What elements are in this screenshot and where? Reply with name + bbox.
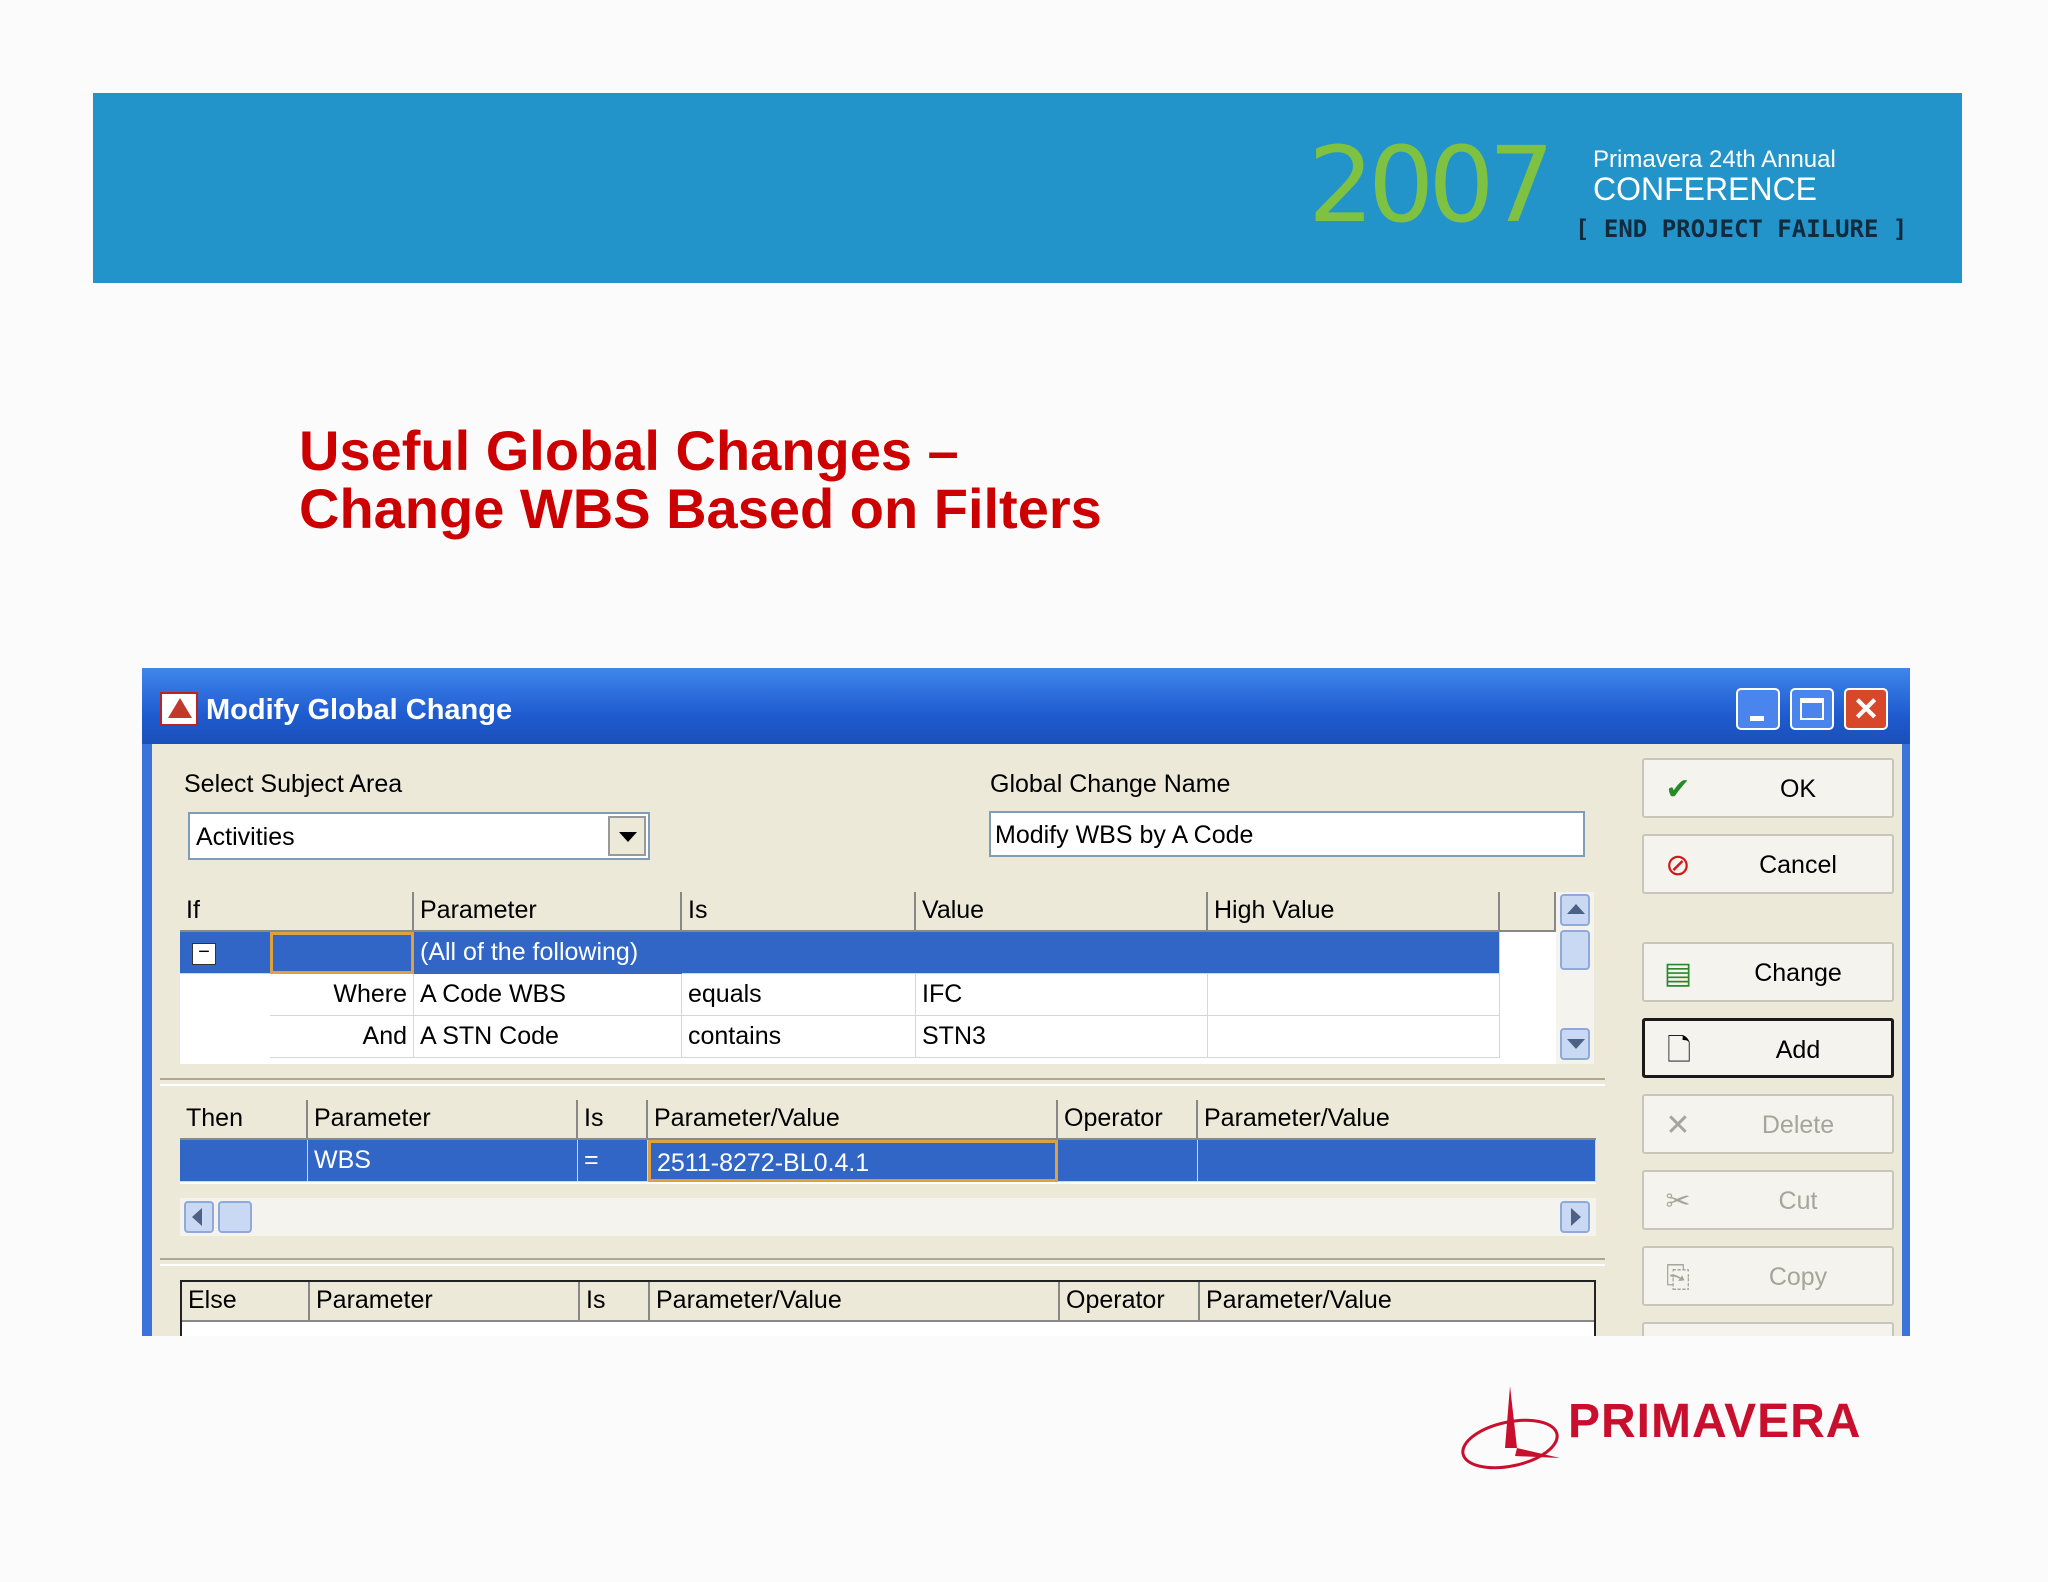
banner-line-2: CONFERENCE (1593, 171, 1818, 207)
add-label: Add (1775, 1036, 1821, 1064)
dialog-title: Modify Global Change (206, 694, 513, 726)
subject-area-label: Select Subject Area (184, 770, 403, 798)
splitter-2[interactable] (160, 1258, 1605, 1266)
cut-label: Cut (1778, 1187, 1818, 1215)
else-header-value-2[interactable]: Parameter/Value (1200, 1282, 1594, 1322)
primavera-app-icon (160, 692, 198, 726)
delete-label: Delete (1761, 1111, 1835, 1139)
if-row-1-parameter[interactable]: A Code WBS (414, 974, 682, 1016)
then-row-0-is[interactable]: = (578, 1140, 648, 1182)
then-row-0-operator[interactable] (1058, 1140, 1198, 1182)
delete-button[interactable]: ✕ Delete (1642, 1094, 1894, 1154)
then-row-0-value[interactable]: 2511-8272-BL0.4.1 (648, 1140, 1058, 1182)
conference-banner: 2007 Primavera 24th Annual CONFERENCE [ … (93, 93, 1962, 283)
chevron-down-icon[interactable] (608, 816, 646, 856)
else-header-parameter[interactable]: Parameter (310, 1282, 580, 1322)
copy-icon: ⎘ (1666, 1261, 1690, 1294)
change-label: Change (1754, 959, 1842, 987)
maximize-button[interactable] (1790, 688, 1834, 730)
change-icon: ▤ (1663, 957, 1693, 990)
cancel-icon: ⊘ (1665, 849, 1691, 882)
cancel-button[interactable]: ⊘ Cancel (1642, 834, 1894, 894)
slide-title-line-1: Useful Global Changes – (299, 419, 959, 482)
minimize-button[interactable] (1736, 688, 1780, 730)
ok-label: OK (1779, 775, 1817, 803)
slide-title: Useful Global Changes – Change WBS Based… (299, 422, 1102, 538)
paste-button[interactable]: ▦ (1642, 1322, 1894, 1336)
global-change-name-input[interactable]: Modify WBS by A Code (989, 811, 1585, 857)
if-row-0-parameter[interactable]: (All of the following) (414, 932, 682, 974)
scroll-left-icon[interactable] (184, 1201, 214, 1233)
if-row-1-cond[interactable]: Where (270, 974, 414, 1016)
if-row-1-is[interactable]: equals (682, 974, 916, 1016)
if-row-2-parameter[interactable]: A STN Code (414, 1016, 682, 1058)
collapse-icon[interactable]: − (192, 942, 216, 965)
if-header-value[interactable]: Value (916, 892, 1208, 932)
then-header-value-2[interactable]: Parameter/Value (1198, 1100, 1596, 1140)
if-header-if[interactable]: If (180, 892, 414, 932)
subject-area-value: Activities (196, 823, 295, 851)
copy-button[interactable]: ⎘ Copy (1642, 1246, 1894, 1306)
if-row-2-high[interactable] (1208, 1016, 1500, 1058)
if-row-2-is[interactable]: contains (682, 1016, 916, 1058)
global-change-name-label: Global Change Name (990, 770, 1231, 798)
close-button[interactable]: ✕ (1844, 688, 1888, 730)
then-header-is[interactable]: Is (578, 1100, 648, 1140)
if-header-high-value[interactable]: High Value (1208, 892, 1500, 932)
copy-label: Copy (1768, 1263, 1828, 1291)
if-row-1-value[interactable]: IFC (916, 974, 1208, 1016)
checkmark-icon: ✔ (1665, 773, 1691, 806)
then-row-0-then[interactable] (180, 1140, 308, 1182)
then-grid: Then Parameter Is Parameter/Value Operat… (180, 1100, 1596, 1184)
global-change-name-value: Modify WBS by A Code (995, 821, 1254, 849)
else-grid: Else Parameter Is Parameter/Value Operat… (180, 1280, 1596, 1336)
if-header-parameter[interactable]: Parameter (414, 892, 682, 932)
if-header-filler (1500, 892, 1556, 932)
delete-icon: ✕ (1665, 1109, 1691, 1142)
then-row-0-parameter[interactable]: WBS (308, 1140, 578, 1182)
subject-area-select[interactable]: Activities (188, 812, 650, 860)
logo-mast (1505, 1386, 1517, 1448)
dialog-body: Select Subject Area Activities Global Ch… (152, 744, 1902, 1336)
banner-tagline: [ END PROJECT FAILURE ] (1575, 215, 1908, 243)
primavera-wordmark: PRIMAVERA (1568, 1395, 1862, 1448)
close-icon: ✕ (1852, 691, 1880, 727)
then-header-value[interactable]: Parameter/Value (648, 1100, 1058, 1140)
if-grid: If Parameter Is Value High Value − (All … (180, 892, 1594, 1064)
scroll-thumb[interactable] (1560, 930, 1590, 970)
scissors-icon: ✂ (1665, 1185, 1691, 1218)
cancel-label: Cancel (1759, 851, 1837, 879)
else-header-value[interactable]: Parameter/Value (650, 1282, 1060, 1322)
change-button[interactable]: ▤ Change (1642, 942, 1894, 1002)
modify-global-change-dialog: Modify Global Change ✕ Select Subject Ar… (142, 668, 1910, 1336)
dialog-titlebar[interactable]: Modify Global Change ✕ (142, 668, 1910, 744)
if-row-0-cond[interactable] (270, 932, 414, 974)
if-row-1-high[interactable] (1208, 974, 1500, 1016)
banner-year: 2007 (1308, 124, 1555, 246)
if-row-2-cond[interactable]: And (270, 1016, 414, 1058)
scroll-right-icon[interactable] (1560, 1201, 1590, 1233)
add-button[interactable]: 🗋 Add (1642, 1018, 1894, 1078)
then-row-0-value-2[interactable] (1198, 1140, 1596, 1182)
then-header-then[interactable]: Then (180, 1100, 308, 1140)
then-horizontal-scrollbar[interactable] (180, 1198, 1596, 1236)
scroll-thumb[interactable] (218, 1201, 252, 1233)
scroll-up-icon[interactable] (1560, 894, 1590, 926)
logo-sail (1515, 1448, 1560, 1458)
else-header-operator[interactable]: Operator (1060, 1282, 1200, 1322)
slide-title-line-2: Change WBS Based on Filters (299, 477, 1102, 540)
scroll-down-icon[interactable] (1560, 1028, 1590, 1060)
if-vertical-scrollbar[interactable] (1556, 892, 1594, 1064)
if-header-is[interactable]: Is (682, 892, 916, 932)
then-header-operator[interactable]: Operator (1058, 1100, 1198, 1140)
splitter-1[interactable] (160, 1078, 1605, 1086)
banner-line-1: Primavera 24th Annual (1593, 146, 1836, 173)
cut-button[interactable]: ✂ Cut (1642, 1170, 1894, 1230)
else-header-else[interactable]: Else (182, 1282, 310, 1322)
ok-button[interactable]: ✔ OK (1642, 758, 1894, 818)
else-header-is[interactable]: Is (580, 1282, 650, 1322)
if-row-2-value[interactable]: STN3 (916, 1016, 1208, 1058)
new-document-icon: 🗋 (1666, 1034, 1692, 1067)
then-header-parameter[interactable]: Parameter (308, 1100, 578, 1140)
